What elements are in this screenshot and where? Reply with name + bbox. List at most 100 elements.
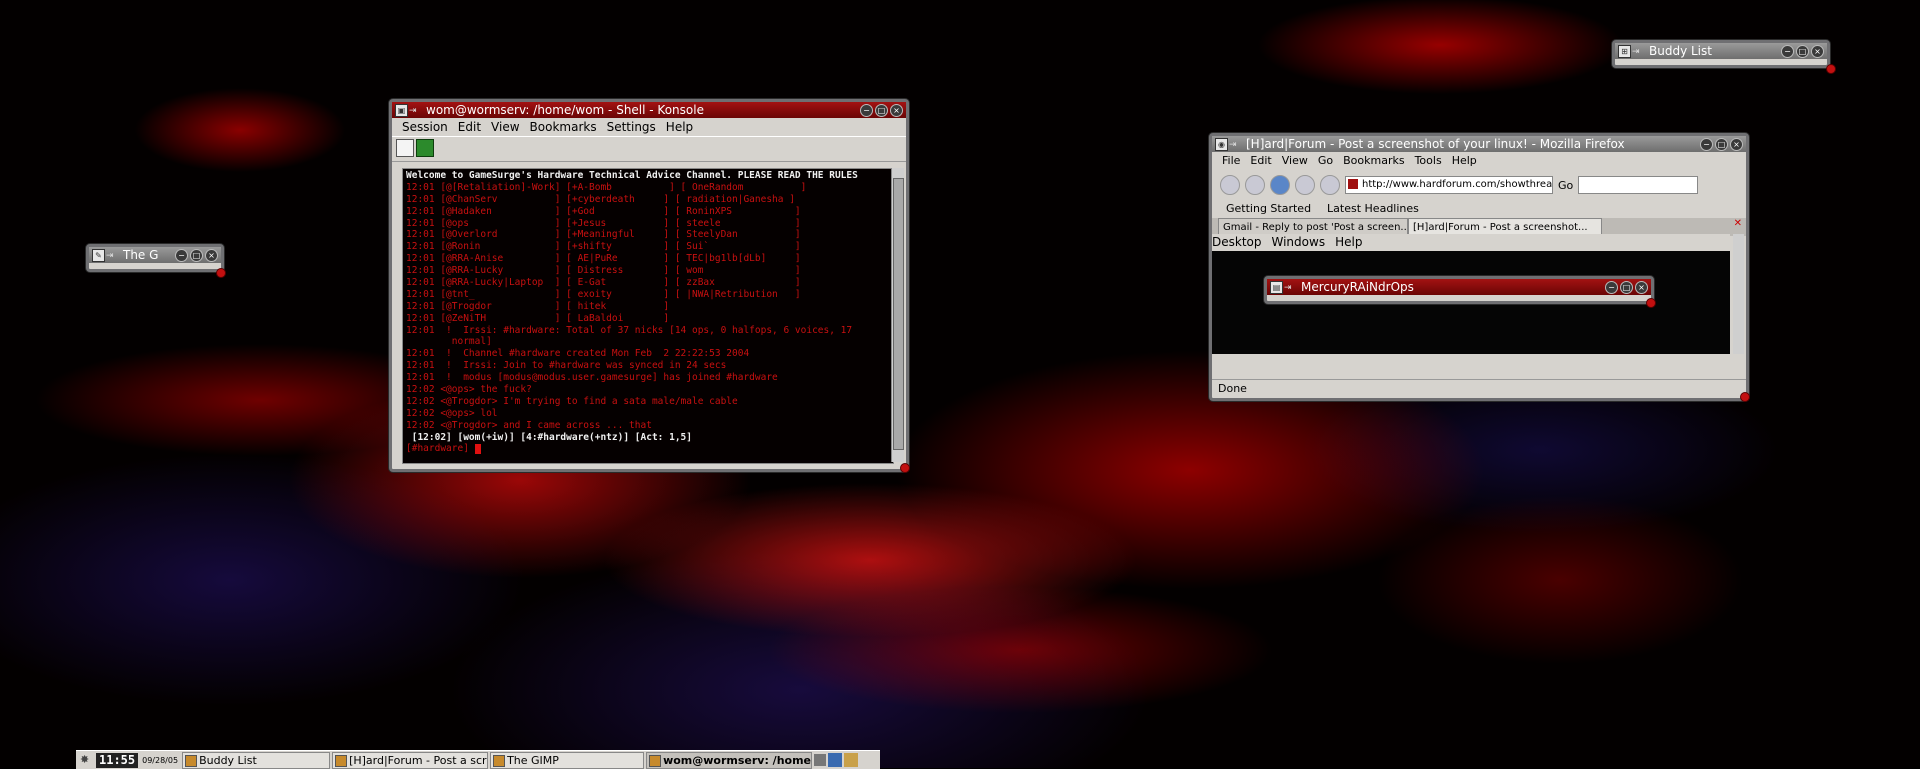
menu-file[interactable]: File [1222, 152, 1240, 170]
terminal-line: 12:02 <@ops> lol [406, 407, 498, 419]
konsole-toolbar [392, 136, 906, 162]
firefox-app-icon[interactable]: ◉ [1215, 138, 1228, 151]
stop-icon[interactable] [1295, 175, 1315, 195]
mercury-app-icon[interactable]: ▤ [1270, 281, 1283, 294]
close-button[interactable]: × [890, 104, 903, 117]
menu-bookmarks[interactable]: Bookmarks [1343, 152, 1404, 170]
konsole-titlebar[interactable]: ▣ ⇥ wom@wormserv: /home/wom - Shell - Ko… [392, 102, 906, 118]
reload-icon[interactable] [1270, 175, 1290, 195]
terminal-output[interactable]: Welcome to GameSurge's Hardware Technica… [402, 168, 894, 464]
terminal-line: 12:01 [@[Retaliation]-Work] [+A-Bomb ] [… [406, 181, 807, 193]
firefox-titlebar[interactable]: ◉ ⇥ [H]ard|Forum - Post a screenshot of … [1212, 136, 1746, 152]
minimize-button[interactable]: − [1605, 281, 1618, 294]
shell-session-icon[interactable] [416, 139, 434, 157]
maximize-button[interactable]: □ [1620, 281, 1633, 294]
tray-tools-icon[interactable] [844, 753, 859, 767]
resize-handle[interactable] [1826, 64, 1836, 74]
menu-tools[interactable]: Tools [1415, 152, 1442, 170]
maximize-button[interactable]: □ [1715, 138, 1728, 151]
terminal-line: 12:02 <@Trogdor> and I came across ... t… [406, 419, 652, 431]
url-bar[interactable]: http://www.hardforum.com/showthread [1345, 176, 1553, 194]
menu-view[interactable]: View [1282, 152, 1308, 170]
maximize-button[interactable]: □ [190, 249, 203, 262]
screenshot-menubar: Desktop Windows Help [1212, 234, 1730, 251]
resize-handle[interactable] [900, 463, 910, 473]
menu-help[interactable]: Help [1452, 152, 1477, 170]
minimize-button[interactable]: − [1700, 138, 1713, 151]
sticky-icon[interactable]: ⇥ [409, 107, 417, 116]
buddy-list-window[interactable]: ⊞ ⇥ Buddy List − □ × [1612, 40, 1830, 68]
sticky-icon[interactable]: ⇥ [106, 252, 114, 261]
terminal-line: 12:01 [@Trogdor ] [ hitek ] [406, 300, 670, 312]
taskbar-item-buddy-list[interactable]: Buddy List [182, 751, 331, 769]
sticky-icon[interactable]: ⇥ [1284, 284, 1292, 293]
minimize-button[interactable]: − [1781, 45, 1794, 58]
konsole-menubar: Session Edit View Bookmarks Settings Hel… [392, 118, 906, 136]
konsole-window[interactable]: ▣ ⇥ wom@wormserv: /home/wom - Shell - Ko… [389, 99, 909, 472]
sticky-icon[interactable]: ⇥ [1229, 141, 1237, 150]
terminal-line: 12:01 [@tnt_ ] [ exoity ] [ |NWA|Retribu… [406, 288, 801, 300]
resize-handle[interactable] [1646, 298, 1656, 308]
firefox-menubar: File Edit View Go Bookmarks Tools Help [1212, 152, 1746, 170]
new-session-icon[interactable] [396, 139, 414, 157]
terminal-line: 12:01 [@RRA-Lucky|Laptop ] [ E-Gat ] [ z… [406, 277, 801, 289]
terminal-line: 12:01 ! Irssi: Join to #hardware was syn… [406, 360, 727, 372]
minimize-button[interactable]: − [860, 104, 873, 117]
taskbar: ✸ 11:55 09/28/05 Buddy List [H]ard|Forum… [76, 750, 880, 769]
menu-view[interactable]: View [491, 118, 519, 136]
kmenu-icon[interactable]: ✸ [80, 753, 94, 767]
window-menu-icon[interactable]: ✎ [92, 249, 105, 262]
menu-session[interactable]: Session [402, 118, 448, 136]
terminal-line: 12:01 [@RRA-Lucky ] [ Distress ] [ wom ] [406, 265, 801, 277]
taskbar-item-label: The GIMP [507, 753, 559, 767]
gimp-window[interactable]: ✎ ⇥ The G − □ × [86, 244, 224, 272]
konsole-app-icon[interactable]: ▣ [395, 104, 408, 117]
close-button[interactable]: × [1730, 138, 1743, 151]
tray-app-icon[interactable] [828, 753, 843, 767]
forward-arrow-icon[interactable] [1245, 175, 1265, 195]
mercury-window[interactable]: ▤ ⇥ MercuryRAiNdrOps − □ × [1264, 276, 1654, 304]
screenshot-menu-help: Help [1335, 235, 1363, 249]
maximize-button[interactable]: □ [875, 104, 888, 117]
minimize-button[interactable]: − [175, 249, 188, 262]
gimp-titlebar[interactable]: ✎ ⇥ The G − □ × [89, 247, 221, 263]
firefox-icon [335, 754, 348, 767]
screenshot-menu-desktop: Desktop [1212, 235, 1262, 249]
sticky-icon[interactable]: ⇥ [1632, 48, 1640, 57]
taskbar-item-konsole[interactable]: wom@wormserv: /home [646, 751, 813, 769]
menu-go[interactable]: Go [1318, 152, 1333, 170]
mercury-title: MercuryRAiNdrOps [1301, 280, 1414, 294]
window-menu-icon[interactable]: ⊞ [1618, 45, 1631, 58]
resize-handle[interactable] [1740, 392, 1750, 402]
bookmark-latest-headlines[interactable]: Latest Headlines [1327, 200, 1419, 218]
mercury-titlebar[interactable]: ▤ ⇥ MercuryRAiNdrOps − □ × [1267, 279, 1651, 295]
terminal-scrollbar[interactable] [891, 168, 904, 462]
bookmark-getting-started[interactable]: Getting Started [1226, 200, 1311, 218]
terminal-line: 12:01 ! Channel #hardware created Mon Fe… [406, 348, 750, 360]
close-button[interactable]: × [1811, 45, 1824, 58]
resize-handle[interactable] [216, 268, 226, 278]
terminal-line: 12:01 [@ChanServ ] [+cyberdeath ] [ radi… [406, 193, 795, 205]
scrollbar-thumb[interactable] [893, 178, 904, 450]
taskbar-item-gimp[interactable]: The GIMP [490, 751, 645, 769]
firefox-window[interactable]: ◉ ⇥ [H]ard|Forum - Post a screenshot of … [1209, 133, 1749, 401]
terminal-cursor [474, 443, 481, 454]
menu-settings[interactable]: Settings [607, 118, 656, 136]
page-vscrollbar[interactable] [1733, 234, 1744, 354]
taskbar-item-firefox[interactable]: [H]ard|Forum - Post a scre [332, 751, 489, 769]
menu-bookmarks[interactable]: Bookmarks [530, 118, 597, 136]
menu-edit[interactable]: Edit [458, 118, 481, 136]
menu-edit[interactable]: Edit [1250, 152, 1271, 170]
tray-arrow-icon[interactable] [814, 754, 827, 766]
maximize-button[interactable]: □ [1796, 45, 1809, 58]
home-icon[interactable] [1320, 175, 1340, 195]
url-text: http://www.hardforum.com/showthread [1362, 179, 1553, 190]
close-button[interactable]: × [1635, 281, 1648, 294]
close-button[interactable]: × [205, 249, 218, 262]
go-button[interactable]: Go [1558, 179, 1573, 192]
navigation-toolbar: http://www.hardforum.com/showthread Go [1212, 170, 1746, 200]
back-arrow-icon[interactable] [1220, 175, 1240, 195]
menu-help[interactable]: Help [666, 118, 693, 136]
buddy-list-titlebar[interactable]: ⊞ ⇥ Buddy List − □ × [1615, 43, 1827, 59]
search-input[interactable] [1578, 176, 1699, 194]
